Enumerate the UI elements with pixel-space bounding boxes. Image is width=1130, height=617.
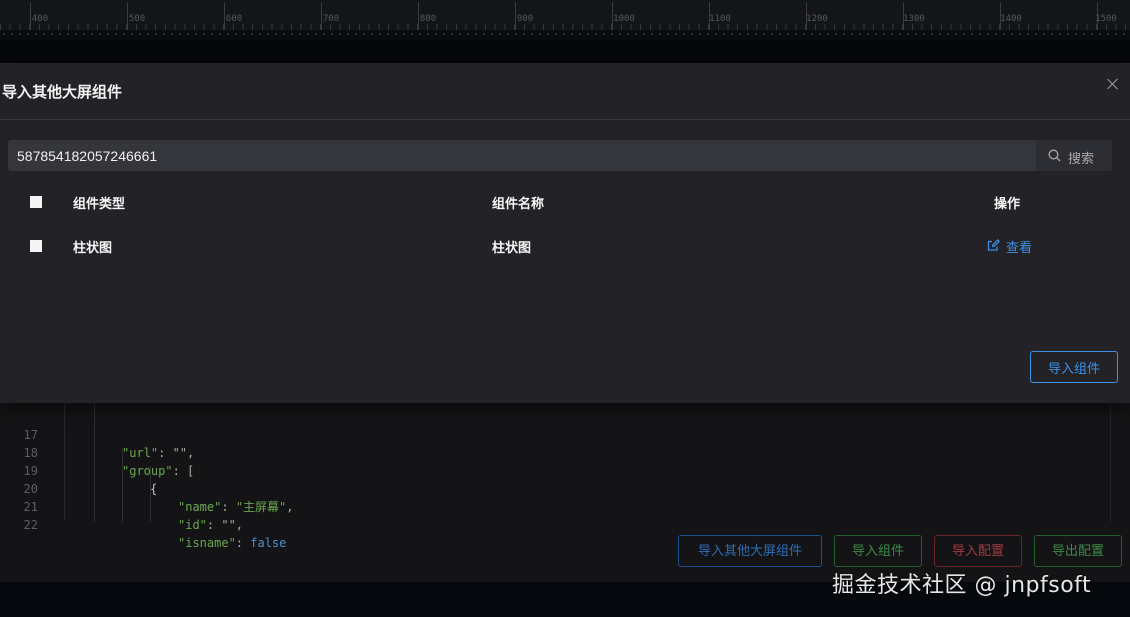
search-input[interactable] — [8, 140, 1038, 171]
ruler-label: 700 — [322, 14, 340, 24]
header-component-name: 组件名称 — [492, 197, 545, 212]
view-link-label: 查看 — [1006, 241, 1033, 256]
ruler-label: 500 — [128, 14, 146, 24]
export-config-button[interactable]: 导出配置 — [1034, 535, 1122, 567]
dialog-title: 导入其他大屏组件 — [2, 83, 123, 101]
watermark: 掘金技术社区 @ jnpfsoft — [832, 573, 1092, 598]
code-line: 18 "group": [ — [0, 426, 1100, 478]
dialog-import-component-button[interactable]: 导入组件 — [1030, 351, 1118, 383]
header-action: 操作 — [994, 197, 1021, 212]
ruler-label: 1000 — [613, 14, 635, 24]
code-line: 17 "url": "", — [0, 408, 1100, 460]
close-icon[interactable] — [1106, 77, 1120, 91]
code-line: 20 "name": "主屏幕", — [0, 462, 1100, 514]
ruler-major-tick — [127, 2, 128, 30]
search-bar: 搜索 — [8, 140, 1112, 171]
ruler-major-tick — [321, 2, 322, 30]
row-checkbox[interactable] — [30, 240, 42, 252]
header-component-type: 组件类型 — [73, 197, 126, 212]
table-row: 柱状图 柱状图 查看 — [0, 231, 1130, 261]
ruler-label: 1300 — [903, 14, 925, 24]
ruler-label: 1100 — [709, 14, 731, 24]
cell-component-type: 柱状图 — [73, 241, 113, 256]
import-dialog: 导入其他大屏组件 搜索 组件类型 组件名称 操作 柱状图 柱状图 — [0, 63, 1130, 403]
code-key: "isname" — [178, 536, 236, 550]
ruler-label: 400 — [31, 14, 49, 24]
ruler-label: 600 — [225, 14, 243, 24]
code-bool: false — [250, 536, 287, 550]
dialog-header: 导入其他大屏组件 — [0, 63, 1130, 120]
ruler-label: 800 — [419, 14, 437, 24]
select-all-checkbox[interactable] — [30, 196, 42, 208]
code-line: 21 "id": "", — [0, 480, 1100, 532]
ruler-major-tick — [224, 2, 225, 30]
ruler-major-tick — [515, 2, 516, 30]
code-key: "id" — [178, 518, 207, 532]
ruler-label: 1400 — [1000, 14, 1022, 24]
ruler-major-tick — [30, 2, 31, 30]
canvas-area — [0, 40, 1130, 65]
edit-icon — [987, 239, 1000, 251]
table-header-row: 组件类型 组件名称 操作 — [0, 187, 1130, 217]
ruler-label: 900 — [516, 14, 534, 24]
search-button[interactable]: 搜索 — [1036, 140, 1112, 171]
code-line: 22 "isname": false — [0, 498, 1100, 550]
ruler-dot-band — [0, 30, 1130, 40]
ruler-major-tick — [418, 2, 419, 30]
code-text: : "", — [206, 518, 244, 532]
ruler-ticks — [0, 0, 1130, 30]
code-editor[interactable]: 17 "url": "", 18 "group": [ 19 { 20 "nam… — [0, 400, 1111, 550]
ruler-label: 1500 — [1095, 14, 1117, 24]
ruler-label: 1200 — [806, 14, 828, 24]
cell-component-name: 柱状图 — [492, 241, 532, 256]
ruler: 400 500 600 700 800 900 1000 1100 1200 1… — [0, 0, 1130, 30]
import-config-button[interactable]: 导入配置 — [934, 535, 1022, 567]
search-icon — [1048, 149, 1061, 162]
search-button-label: 搜索 — [1068, 152, 1095, 167]
code-line: 19 { — [0, 444, 1100, 496]
line-number: 22 — [23, 518, 38, 532]
import-other-screen-components-button[interactable]: 导入其他大屏组件 — [678, 535, 822, 567]
import-component-button[interactable]: 导入组件 — [834, 535, 922, 567]
